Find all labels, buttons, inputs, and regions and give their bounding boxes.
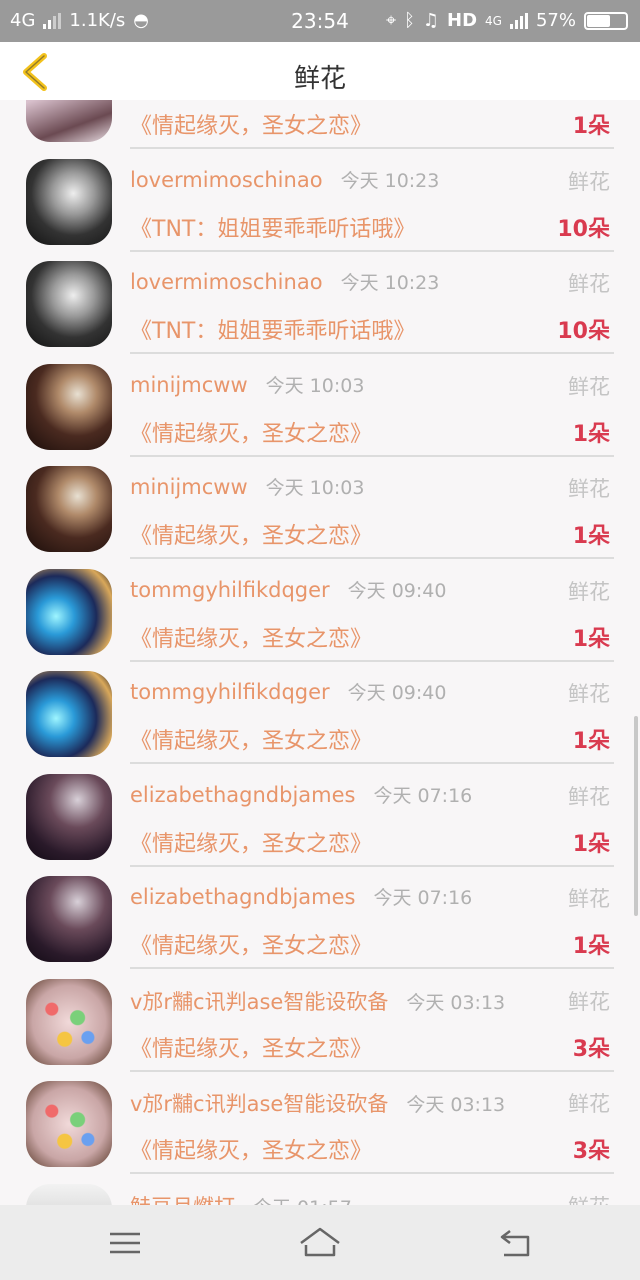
work-title: 《情起缘灭，圣女之恋》: [130, 934, 373, 959]
gift-type: 鲜花: [568, 990, 610, 1014]
work-title: 《TNT：姐姐要乖乖听话哦》: [130, 217, 416, 242]
avatar: [26, 876, 112, 962]
list-item[interactable]: minijmcww 今天 10:03 鲜花 《情起缘灭，圣女之恋》 1朵: [0, 347, 640, 457]
gift-type: 鲜花: [568, 580, 610, 604]
username: elizabethagndbjames 今天 07:16: [130, 885, 473, 909]
work-title: 《情起缘灭，圣女之恋》: [130, 524, 373, 549]
timestamp: 今天 03:13: [406, 992, 506, 1014]
timestamp: 今天 10:23: [340, 170, 440, 192]
signal-icon-2: [509, 12, 528, 29]
list-item[interactable]: elizabethagndbjames 今天 07:16 鲜花 《情起缘灭，圣女之…: [0, 757, 640, 867]
flower-count: 10朵: [557, 217, 610, 242]
list-item[interactable]: tommgyhilfikdqger 今天 09:40 鲜花 《情起缘灭，圣女之恋》…: [0, 552, 640, 662]
menu-icon: [110, 1232, 140, 1254]
list-item[interactable]: lovermimoschinao 今天 10:23 鲜花 《TNT：姐姐要乖乖听话…: [0, 142, 640, 252]
timestamp: 今天 03:13: [406, 1094, 506, 1116]
list-item[interactable]: v邡r黼c讯判ase智能设砍备 今天 03:13 鲜花 《情起缘灭，圣女之恋》 3…: [0, 1064, 640, 1174]
username: lovermimoschinao 今天 10:23: [130, 270, 440, 294]
avatar: [26, 569, 112, 655]
flower-count: 3朵: [572, 1037, 610, 1062]
timestamp: 今天 07:16: [373, 887, 473, 909]
gift-type: 鲜花: [568, 785, 610, 809]
username: v邡r黼c讯判ase智能设砍备 今天 03:13: [130, 990, 506, 1014]
avatar: [26, 466, 112, 552]
list-item-partial-bottom[interactable]: 鲑亘月燃打今天 01:57 鲜花: [0, 1167, 640, 1205]
work-title: 《TNT：姐姐要乖乖听话哦》: [130, 319, 416, 344]
page-title: 鲜花: [293, 64, 346, 94]
gift-type: 鲜花: [568, 170, 610, 194]
return-icon: [500, 1230, 530, 1257]
work-title: 《情起缘灭，圣女之恋》: [130, 422, 373, 447]
timestamp: 今天 09:40: [347, 580, 447, 602]
flower-count: 1朵: [572, 114, 610, 139]
list-item[interactable]: lovermimoschinao 今天 10:23 鲜花 《TNT：姐姐要乖乖听话…: [0, 244, 640, 354]
timestamp: 今天 01:57: [253, 1197, 352, 1205]
avatar: [26, 979, 112, 1065]
home-icon: [300, 1227, 340, 1257]
username: lovermimoschinao 今天 10:23: [130, 168, 440, 192]
username: 鲑亘月燃打今天 01:57: [130, 1191, 352, 1205]
gift-type: 鲜花: [568, 375, 610, 399]
work-title: 《情起缘灭，圣女之恋》: [130, 832, 373, 857]
avatar: [26, 671, 112, 757]
flower-count: 1朵: [572, 729, 610, 754]
work-title: 《情起缘灭，圣女之恋》: [130, 114, 373, 139]
flower-count: 1朵: [572, 832, 610, 857]
mute-icon: ♫: [422, 10, 440, 31]
avatar: [26, 774, 112, 860]
work-title: 《情起缘灭，圣女之恋》: [130, 1037, 373, 1062]
username: v邡r黼c讯判ase智能设砍备 今天 03:13: [130, 1092, 506, 1116]
list-item[interactable]: tommgyhilfikdqger 今天 09:40 鲜花 《情起缘灭，圣女之恋》…: [0, 654, 640, 764]
flower-count: 10朵: [557, 319, 610, 344]
system-nav-bar: [0, 1205, 640, 1280]
avatar: [26, 100, 112, 142]
gift-type: 鲜花: [568, 1191, 610, 1205]
username: elizabethagndbjames 今天 07:16: [130, 783, 473, 807]
work-title: 《情起缘灭，圣女之恋》: [130, 1139, 373, 1164]
scrollbar[interactable]: [634, 716, 638, 916]
list-item[interactable]: v邡r黼c讯判ase智能设砍备 今天 03:13 鲜花 《情起缘灭，圣女之恋》 3…: [0, 962, 640, 1072]
gift-type: 鲜花: [568, 272, 610, 296]
flower-count: 1朵: [572, 627, 610, 652]
header: 鲜花: [0, 42, 640, 100]
battery-percent: 57%: [535, 10, 576, 31]
flower-count: 1朵: [572, 524, 610, 549]
avatar: [26, 159, 112, 245]
flower-count: 3朵: [572, 1139, 610, 1164]
username: minijmcww 今天 10:03: [130, 475, 365, 499]
list-item[interactable]: elizabethagndbjames 今天 07:16 鲜花 《情起缘灭，圣女之…: [0, 859, 640, 969]
list-item[interactable]: minijmcww 今天 10:03 鲜花 《情起缘灭，圣女之恋》 1朵: [0, 449, 640, 559]
avatar: [26, 1081, 112, 1167]
gift-type: 鲜花: [568, 477, 610, 501]
gift-type: 鲜花: [568, 682, 610, 706]
menu-button[interactable]: [108, 1225, 142, 1261]
network-type-2: 4G: [485, 13, 502, 28]
gift-type: 鲜花: [568, 887, 610, 911]
flower-list: 《情起缘灭，圣女之恋》 1朵 lovermimoschinao 今天 10:23 …: [0, 100, 640, 1205]
location-icon: ⌖: [385, 10, 397, 31]
hd-label: HD: [447, 10, 478, 31]
timestamp: 今天 07:16: [373, 785, 473, 807]
list-item-partial-top[interactable]: 《情起缘灭，圣女之恋》 1朵: [0, 100, 640, 149]
status-bar: 4G 1.1K/s ◓ 23:54 ⌖ ᛒ ♫ HD 4G 57%: [0, 0, 640, 42]
bluetooth-icon: ᛒ: [404, 10, 415, 31]
flower-count: 1朵: [572, 934, 610, 959]
avatar: [26, 364, 112, 450]
username: minijmcww 今天 10:03: [130, 373, 365, 397]
timestamp: 今天 10:23: [340, 272, 440, 294]
timestamp: 今天 10:03: [265, 477, 365, 499]
avatar: [26, 261, 112, 347]
gift-type: 鲜花: [568, 1092, 610, 1116]
username: tommgyhilfikdqger 今天 09:40: [130, 578, 447, 602]
battery-icon: [584, 11, 628, 30]
timestamp: 今天 09:40: [347, 682, 447, 704]
home-button[interactable]: [298, 1225, 342, 1261]
work-title: 《情起缘灭，圣女之恋》: [130, 627, 373, 652]
username: tommgyhilfikdqger 今天 09:40: [130, 680, 447, 704]
timestamp: 今天 10:03: [265, 375, 365, 397]
work-title: 《情起缘灭，圣女之恋》: [130, 729, 373, 754]
avatar: [26, 1184, 112, 1205]
back-nav-button[interactable]: [498, 1225, 532, 1261]
flower-count: 1朵: [572, 422, 610, 447]
